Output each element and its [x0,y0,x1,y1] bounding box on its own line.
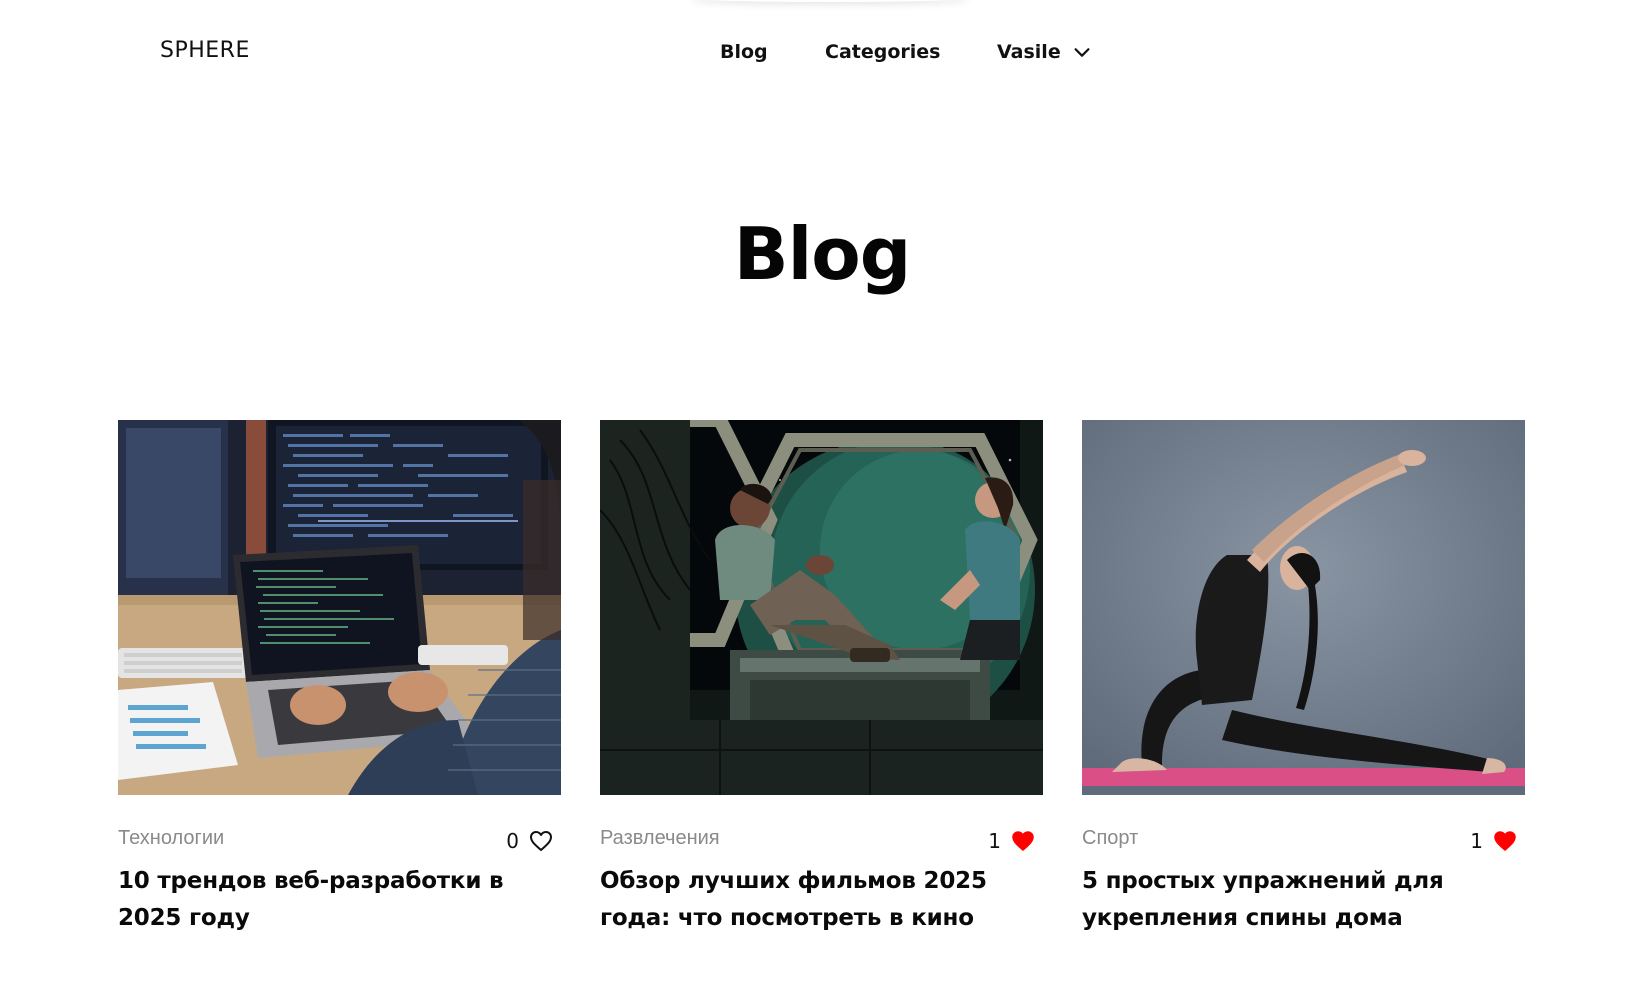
developer-coding-image [118,420,561,795]
like-count: 1 [1470,829,1483,853]
user-name: Vasile [997,41,1061,63]
post-image[interactable] [118,420,561,795]
like-count: 0 [506,829,519,853]
post-card[interactable]: Спорт 1 5 простых упражнений для укрепле… [1082,420,1525,937]
spaceship-window-image [600,420,1043,795]
post-category[interactable]: Развлечения [600,827,720,850]
like-control[interactable]: 1 [1470,829,1517,853]
post-title[interactable]: Обзор лучших фильмов 2025 года: что посм… [600,863,1043,937]
post-image[interactable] [1082,420,1525,795]
nav-blog[interactable]: Blog [720,41,768,63]
post-meta: Спорт 1 [1082,827,1525,855]
main-nav: Blog Categories Vasile [0,38,1644,68]
nav-categories[interactable]: Categories [825,41,940,63]
post-card[interactable]: Развлечения 1 Обзор лучших фильмов 2025 … [600,420,1043,937]
post-title[interactable]: 10 трендов веб-разработки в 2025 году [118,863,561,937]
heart-filled-icon[interactable] [1493,830,1517,852]
like-control[interactable]: 0 [506,829,553,853]
post-card[interactable]: Технологии 0 10 трендов веб-разработки в… [118,420,561,937]
heart-outline-icon[interactable] [529,830,553,852]
like-control[interactable]: 1 [988,829,1035,853]
post-category[interactable]: Технологии [118,827,224,850]
post-title[interactable]: 5 простых упражнений для укрепления спин… [1082,863,1525,937]
yoga-stretch-image [1082,420,1525,795]
post-meta: Технологии 0 [118,827,561,855]
site-header: SPHERE Blog Categories Vasile [0,0,1644,100]
heart-filled-icon[interactable] [1011,830,1035,852]
page-title: Blog [733,212,912,296]
chevron-down-icon [1074,48,1090,57]
like-count: 1 [988,829,1001,853]
user-menu[interactable]: Vasile [997,41,1093,63]
post-image[interactable] [600,420,1043,795]
post-category[interactable]: Спорт [1082,827,1138,850]
post-meta: Развлечения 1 [600,827,1043,855]
